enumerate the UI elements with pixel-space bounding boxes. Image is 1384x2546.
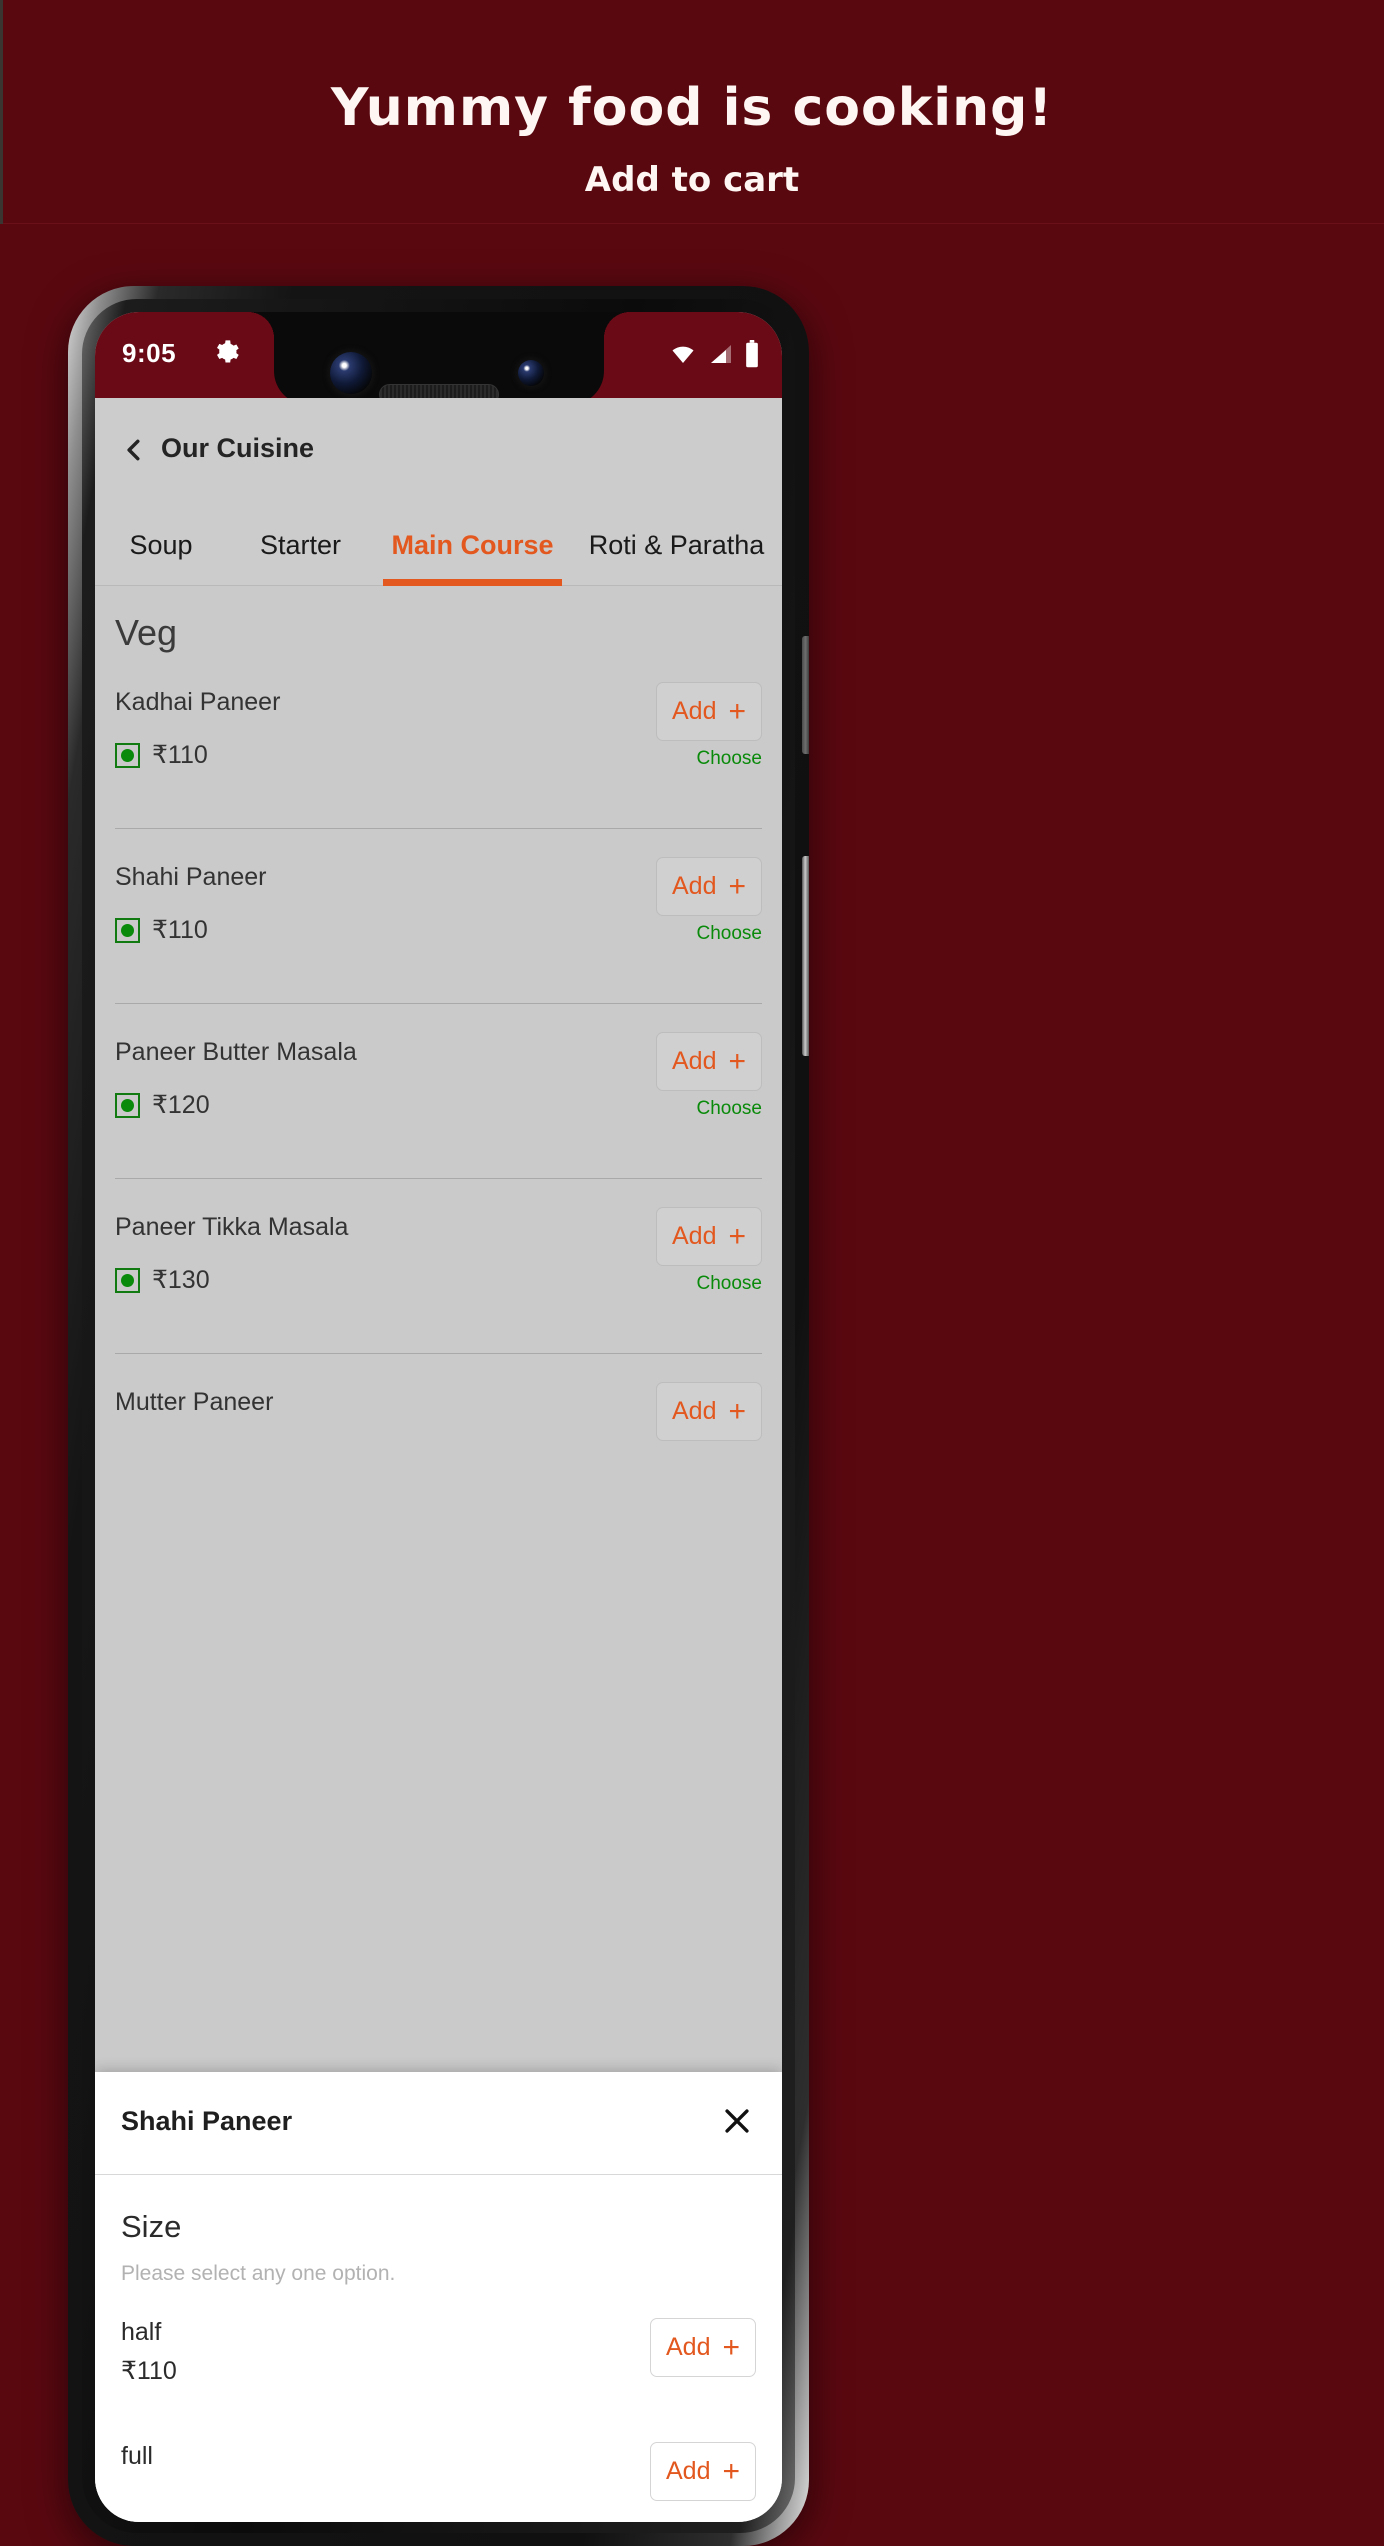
menu-item-price: ₹130 bbox=[152, 1266, 210, 1294]
volume-button[interactable] bbox=[802, 856, 809, 1056]
menu-item[interactable]: Mutter Paneer Add + bbox=[115, 1354, 762, 1529]
tab-label: Main Course bbox=[391, 529, 554, 560]
size-option-row[interactable]: half ₹110 Add + bbox=[121, 2318, 756, 2410]
tab-label: Soup bbox=[129, 529, 193, 560]
menu-item[interactable]: Shahi Paneer ₹110 Add + Choose bbox=[115, 829, 762, 1004]
choose-label: Choose bbox=[696, 1098, 763, 1119]
promo-title: Yummy food is cooking! bbox=[330, 78, 1054, 138]
tab-soup[interactable]: Soup bbox=[95, 504, 227, 586]
display-notch bbox=[247, 312, 604, 405]
bottom-sheet-header: Shahi Paneer bbox=[95, 2072, 782, 2175]
tab-main-course[interactable]: Main Course bbox=[374, 504, 571, 586]
size-option-row[interactable]: full Add + bbox=[121, 2442, 756, 2522]
add-button-label: Add bbox=[671, 872, 717, 900]
phone-mockup: 9:05 Our Cuisine Soup Starter Main Cours… bbox=[68, 286, 809, 2546]
veg-indicator-icon bbox=[115, 917, 140, 943]
signal-icon bbox=[707, 342, 735, 371]
menu-item[interactable]: Paneer Tikka Masala ₹130 Add + Choose bbox=[115, 1179, 762, 1354]
add-button[interactable]: Add + bbox=[656, 1207, 762, 1266]
tab-roti-paratha[interactable]: Roti & Paratha bbox=[571, 504, 782, 586]
tab-label: Starter bbox=[259, 529, 342, 560]
section-header-veg: Veg bbox=[115, 612, 178, 653]
wifi-icon bbox=[668, 342, 698, 371]
size-option-add-area: Add + bbox=[650, 2442, 756, 2501]
option-bottom-sheet: Shahi Paneer Size Please select any one … bbox=[95, 2072, 782, 2522]
plus-icon: + bbox=[728, 1219, 746, 1253]
bottom-sheet-body: Size Please select any one option. half … bbox=[95, 2175, 782, 2522]
battery-icon bbox=[744, 340, 760, 373]
front-camera-secondary-icon bbox=[517, 360, 544, 386]
menu-item-price: ₹110 bbox=[152, 916, 208, 944]
veg-indicator-icon bbox=[115, 742, 140, 768]
tab-active-indicator bbox=[383, 579, 562, 586]
add-button-label: Add bbox=[665, 2333, 711, 2361]
page-title: Our Cuisine bbox=[161, 433, 315, 463]
size-option-add-area: Add + bbox=[650, 2318, 756, 2377]
status-bar: 9:05 bbox=[95, 312, 782, 405]
status-bar-time: 9:05 bbox=[122, 338, 177, 368]
veg-indicator-icon bbox=[115, 1092, 140, 1118]
menu-item-add-area: Add + Choose bbox=[656, 857, 762, 945]
add-button[interactable]: Add + bbox=[656, 682, 762, 741]
add-button[interactable]: Add + bbox=[650, 2442, 756, 2501]
menu-item-add-area: Add + Choose bbox=[656, 682, 762, 770]
status-bar-icons bbox=[668, 340, 760, 373]
back-chevron-icon[interactable] bbox=[121, 434, 147, 471]
menu-item[interactable]: Paneer Butter Masala ₹120 Add + Choose bbox=[115, 1004, 762, 1179]
promo-subtitle: Add to cart bbox=[584, 160, 800, 200]
add-button[interactable]: Add + bbox=[650, 2318, 756, 2377]
promo-banner: Yummy food is cooking! Add to cart bbox=[0, 0, 1384, 224]
app-bar: Our Cuisine bbox=[95, 398, 782, 504]
menu-item-add-area: Add + Choose bbox=[656, 1207, 762, 1295]
size-section-title: Size bbox=[121, 2209, 182, 2244]
choose-label: Choose bbox=[696, 748, 763, 769]
menu-item-add-area: Add + bbox=[656, 1382, 762, 1441]
plus-icon: + bbox=[728, 1394, 746, 1428]
tab-starter[interactable]: Starter bbox=[227, 504, 374, 586]
gear-icon bbox=[212, 338, 240, 371]
category-tabs: Soup Starter Main Course Roti & Paratha bbox=[95, 504, 782, 586]
plus-icon: + bbox=[728, 869, 746, 903]
plus-icon: + bbox=[728, 694, 746, 728]
bottom-sheet-title: Shahi Paneer bbox=[121, 2106, 293, 2136]
add-button-label: Add bbox=[671, 1397, 717, 1425]
phone-screen: 9:05 Our Cuisine Soup Starter Main Cours… bbox=[95, 312, 782, 2522]
plus-icon: + bbox=[728, 1044, 746, 1078]
add-button-label: Add bbox=[671, 697, 717, 725]
add-button[interactable]: Add + bbox=[656, 857, 762, 916]
menu-item-price: ₹120 bbox=[152, 1091, 210, 1119]
plus-icon: + bbox=[722, 2330, 740, 2364]
menu-item-price: ₹110 bbox=[152, 741, 208, 769]
add-button-label: Add bbox=[665, 2457, 711, 2485]
choose-label: Choose bbox=[696, 923, 763, 944]
menu-item[interactable]: Kadhai Paneer ₹110 Add + Choose bbox=[115, 654, 762, 829]
veg-indicator-icon bbox=[115, 1267, 140, 1293]
power-button[interactable] bbox=[802, 636, 809, 754]
add-button-label: Add bbox=[671, 1047, 717, 1075]
add-button-label: Add bbox=[671, 1222, 717, 1250]
add-button[interactable]: Add + bbox=[656, 1382, 762, 1441]
front-camera-main-icon bbox=[329, 352, 372, 394]
choose-label: Choose bbox=[696, 1273, 763, 1294]
tab-label: Roti & Paratha bbox=[588, 529, 765, 560]
add-button[interactable]: Add + bbox=[656, 1032, 762, 1091]
size-section-hint: Please select any one option. bbox=[121, 2262, 396, 2285]
close-icon[interactable] bbox=[716, 2100, 758, 2142]
menu-item-add-area: Add + Choose bbox=[656, 1032, 762, 1120]
plus-icon: + bbox=[722, 2454, 740, 2488]
